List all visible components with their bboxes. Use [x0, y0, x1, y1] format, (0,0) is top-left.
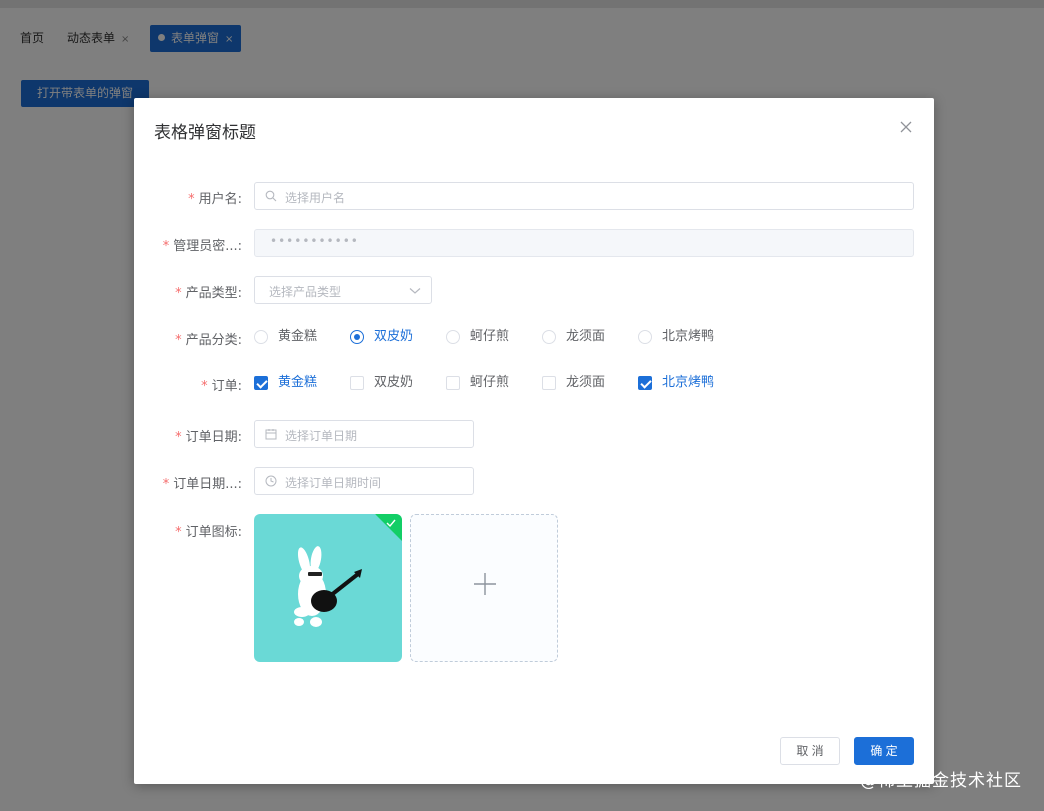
checkbox-checked[interactable] — [254, 376, 268, 390]
form-item-order-icon: * 订单图标: — [134, 514, 934, 662]
plus-icon — [474, 573, 496, 595]
dialog-title: 表格弹窗标题 — [154, 123, 256, 143]
placeholder-text: 选择订单日期时间 — [285, 476, 382, 490]
radio-button[interactable] — [542, 330, 556, 344]
close-icon[interactable] — [898, 119, 914, 135]
password-value: ••••••••••• — [270, 234, 359, 248]
placeholder-text: 选择订单日期 — [285, 429, 358, 443]
field-label: * 订单日期...: — [162, 477, 242, 492]
watermark: @稀土掘金技术社区 — [860, 771, 1022, 791]
cancel-button[interactable]: 取 消 — [780, 737, 840, 765]
field-label: * 用户名: — [188, 192, 242, 207]
field-label: * 订单日期: — [175, 430, 242, 445]
calendar-icon — [265, 429, 277, 440]
form-item-product-type: * 产品类型: 选择产品类型 — [134, 276, 934, 304]
form-item-order-date: * 订单日期: 选择订单日期 — [134, 420, 934, 448]
checkbox-checked[interactable] — [638, 376, 652, 390]
username-input[interactable]: 选择用户名 — [254, 182, 914, 210]
clock-icon — [265, 475, 277, 487]
guitar-bunny-image — [294, 546, 362, 627]
form-item-order: * 订单: 黄金糕 双皮奶 蚵仔煎 龙须面 北京烤鸭 — [201, 375, 715, 394]
order-date-picker[interactable]: 选择订单日期 — [254, 420, 474, 448]
form-item-order-datetime: * 订单日期...: 选择订单日期时间 — [134, 467, 934, 495]
confirm-button[interactable]: 确 定 — [854, 737, 914, 765]
field-label: * 产品类型: — [175, 286, 242, 301]
admin-password-input: ••••••••••• — [254, 229, 914, 257]
search-icon — [265, 190, 277, 202]
field-label: * 产品分类: — [175, 333, 242, 348]
check-icon — [386, 519, 396, 528]
radio-button[interactable] — [254, 330, 268, 344]
form-item-username: * 用户名: 选择用户名 — [134, 182, 934, 210]
upload-add-button[interactable] — [410, 514, 558, 662]
order-datetime-picker[interactable]: 选择订单日期时间 — [254, 467, 474, 495]
placeholder-text: 选择产品类型 — [269, 285, 342, 299]
field-label: * 管理员密...: — [162, 239, 242, 254]
form-item-product-category: * 产品分类: 黄金糕 双皮奶 蚵仔煎 龙须面 北京烤鸭 — [175, 329, 715, 348]
placeholder-text: 选择用户名 — [285, 191, 346, 205]
uploaded-image-card[interactable] — [254, 514, 402, 662]
form-item-admin-password: * 管理员密...: ••••••••••• — [134, 229, 934, 257]
product-type-select[interactable]: 选择产品类型 — [254, 276, 432, 304]
radio-button[interactable] — [638, 330, 652, 344]
radio-button-selected[interactable] — [350, 330, 364, 344]
field-label: * 订单图标: — [175, 525, 242, 540]
checkbox[interactable] — [542, 376, 556, 390]
field-label: * 订单: — [201, 379, 242, 394]
radio-button[interactable] — [446, 330, 460, 344]
checkbox[interactable] — [446, 376, 460, 390]
chevron-down-icon — [409, 288, 421, 294]
form-dialog: 表格弹窗标题 * 用户名: 选择用户名 * 管理员密...: •••••••••••… — [134, 98, 934, 784]
checkbox[interactable] — [350, 376, 364, 390]
